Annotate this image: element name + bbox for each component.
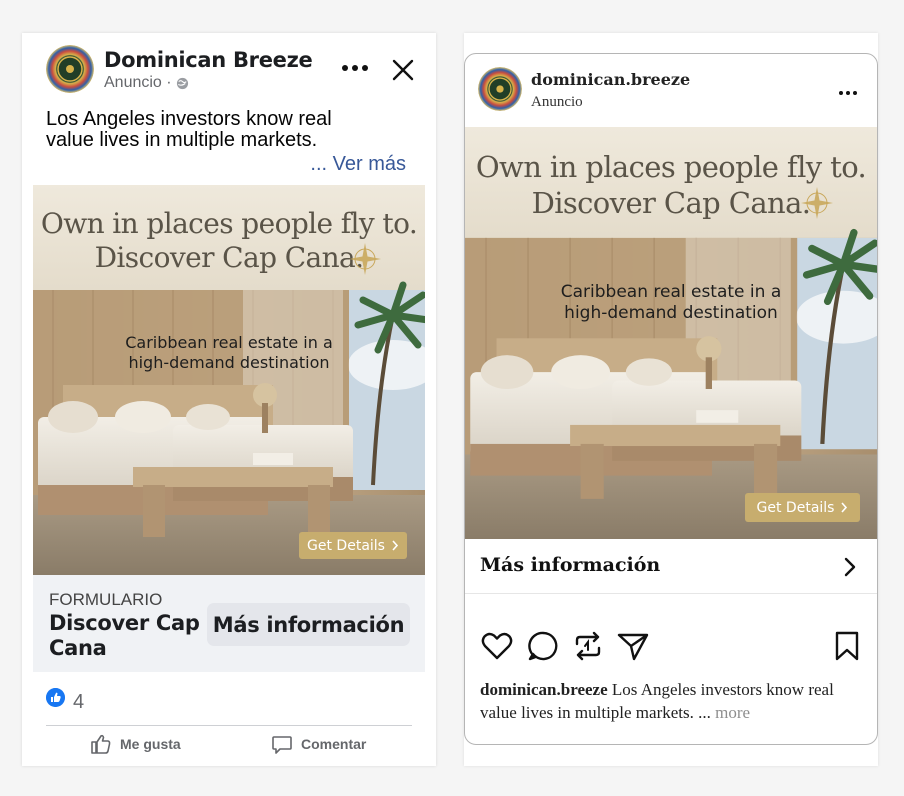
get-details-label: Get Details (307, 537, 385, 554)
like-count: 4 (73, 691, 85, 713)
get-details-button[interactable]: Get Details (745, 493, 860, 522)
chevron-right-icon (392, 540, 399, 551)
facebook-ad-preview: Dominican Breeze Anuncio · Los Angeles i… (22, 33, 436, 766)
sponsored-label: Anuncio · (104, 74, 189, 92)
like-button[interactable]: Me gusta (90, 733, 181, 755)
subhead-line-2: high-demand destination (564, 303, 778, 323)
instagram-ad-preview: dominican.breeze Anuncio Own in places p… (464, 33, 878, 766)
instagram-post: dominican.breeze Anuncio Own in places p… (464, 53, 878, 745)
globe-icon (176, 77, 188, 89)
page-name[interactable]: Dominican Breeze (104, 48, 313, 72)
chevron-right-icon (844, 557, 856, 577)
see-more-link[interactable]: ... Ver más (310, 153, 406, 176)
comment-button[interactable]: Comentar (271, 733, 366, 755)
comment-label: Comentar (301, 736, 367, 752)
post-caption: dominican.breeze Los Angeles investors k… (480, 678, 870, 724)
more-link[interactable]: more (711, 703, 750, 722)
heart-icon[interactable] (480, 629, 514, 663)
subhead-line-1: Caribbean real estate in a (560, 282, 782, 302)
like-label: Me gusta (120, 736, 181, 752)
chevron-right-icon (841, 502, 848, 513)
get-details-button[interactable]: Get Details (299, 532, 407, 559)
sponsored-label: Anuncio (531, 94, 583, 110)
like-icon (91, 734, 111, 754)
brand-logo-avatar[interactable] (46, 45, 94, 93)
more-icon[interactable] (839, 91, 857, 95)
brand-logo-avatar[interactable] (478, 67, 522, 111)
repost-icon[interactable] (571, 629, 605, 663)
more-info-button[interactable]: Más información (207, 603, 410, 646)
compass-icon (349, 243, 381, 275)
post-caption: Los Angeles investors know real value li… (46, 108, 332, 151)
like-reaction-icon[interactable] (46, 688, 65, 707)
share-icon[interactable] (616, 629, 650, 663)
comment-icon (272, 736, 292, 754)
more-icon[interactable] (342, 65, 368, 71)
subhead-line-2: high-demand destination (128, 353, 330, 372)
comment-icon[interactable] (526, 629, 560, 663)
compass-icon (801, 187, 833, 219)
form-title: Discover Cap Cana (49, 611, 200, 660)
get-details-label: Get Details (756, 499, 835, 516)
ad-creative-image[interactable]: Own in places people fly to. Discover Ca… (465, 127, 877, 539)
headline-line-1: Own in places people fly to. (475, 150, 867, 184)
form-label: FORMULARIO (49, 590, 163, 609)
headline-line-1: Own in places people fly to. (40, 207, 418, 240)
ad-footer: FORMULARIO Discover Cap Cana Más informa… (33, 575, 425, 672)
divider (46, 725, 412, 726)
ad-creative-image[interactable]: Own in places people fly to. Discover Ca… (33, 185, 425, 575)
caption-username[interactable]: dominican.breeze (480, 680, 608, 699)
subhead-line-1: Caribbean real estate in a (125, 333, 333, 352)
more-info-label: Más información (480, 554, 661, 576)
creative-subhead: Caribbean real estate in a high-demand d… (465, 282, 877, 324)
username[interactable]: dominican.breeze (531, 70, 690, 89)
more-info-bar[interactable]: Más información (465, 539, 877, 594)
close-icon[interactable] (390, 57, 416, 83)
bookmark-icon[interactable] (830, 629, 864, 663)
sponsored-text: Anuncio · (104, 74, 172, 91)
creative-subhead: Caribbean real estate in a high-demand d… (33, 333, 425, 373)
